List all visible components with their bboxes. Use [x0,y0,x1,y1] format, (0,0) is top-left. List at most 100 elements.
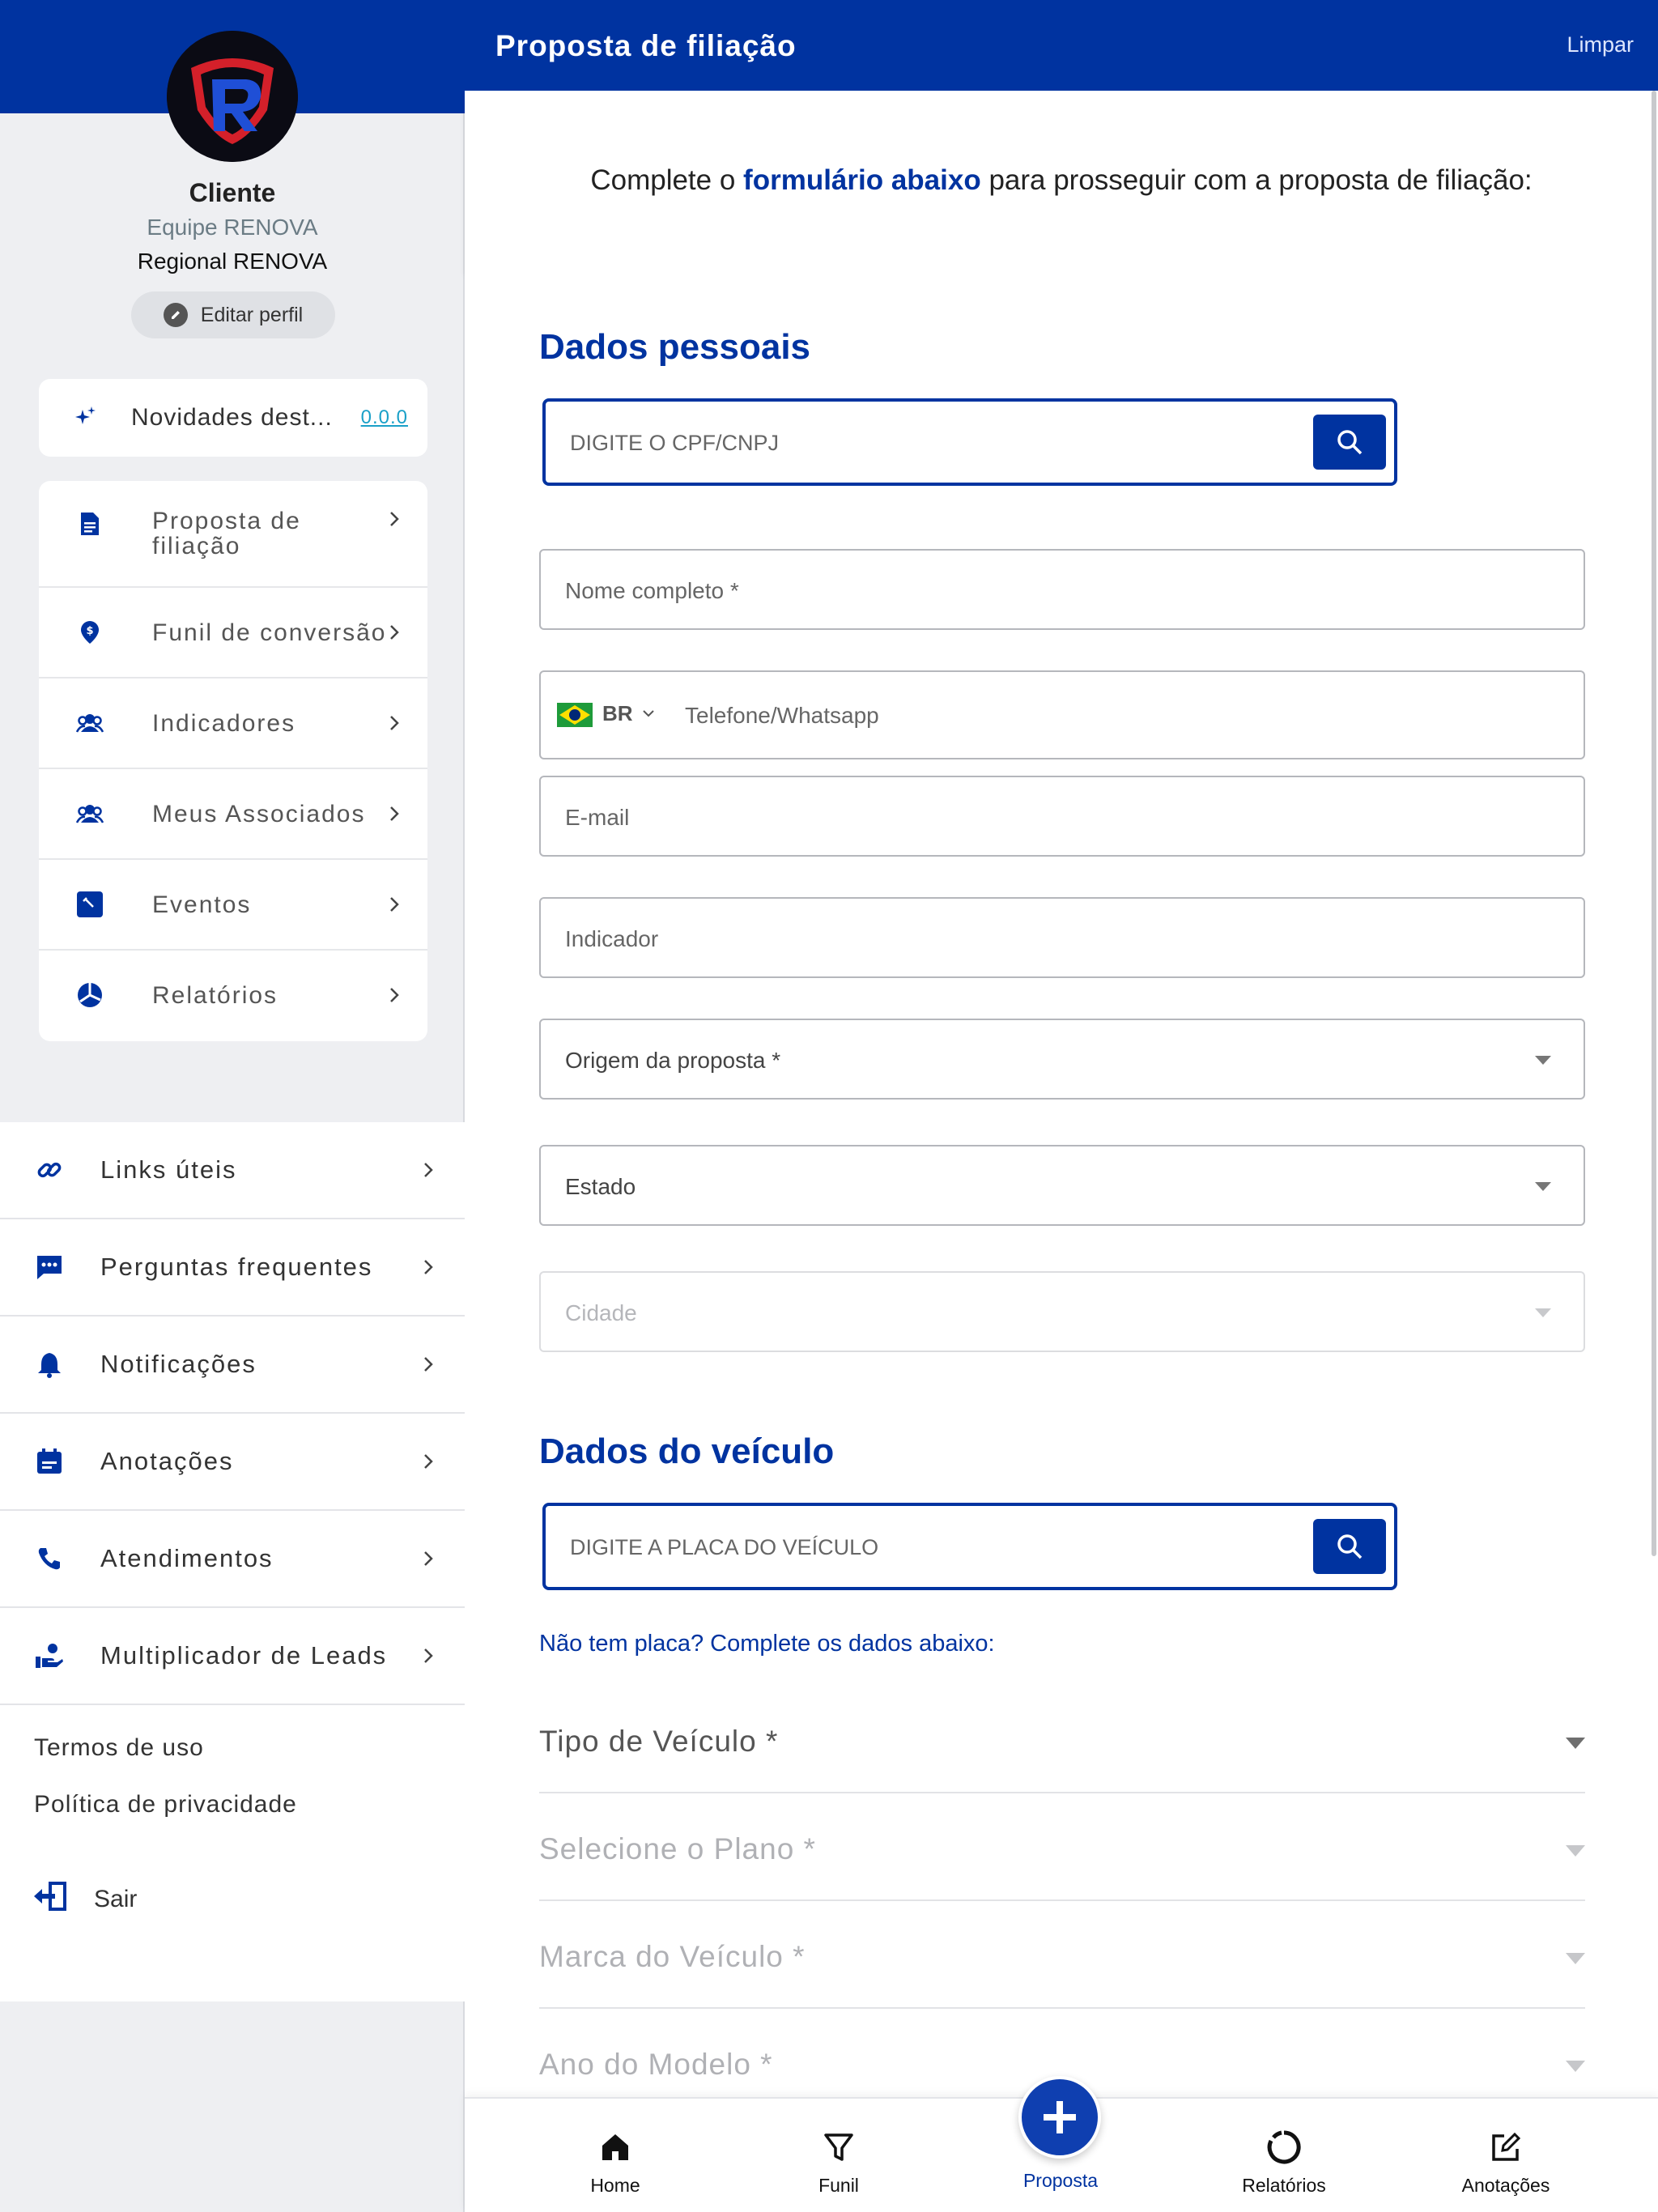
pie-chart-icon [76,981,104,1009]
menu-item-associados[interactable]: Meus Associados [39,769,427,860]
news-label: Novidades dest... [131,404,333,431]
clear-button[interactable]: Limpar [1567,32,1634,57]
nav-proposal-label[interactable]: Proposta [980,2170,1141,2192]
nav-reports[interactable]: Relatórios [1203,2099,1365,2212]
section-title-vehicle: Dados do veículo [539,1431,835,1471]
news-card[interactable]: Novidades dest... 0.0.0 [39,379,427,457]
vehicle-brand-select[interactable]: Marca do Veículo * [539,1901,1585,2009]
profile-regional: Regional RENOVA [137,249,328,274]
new-proposal-fab[interactable] [1018,2076,1101,2159]
chevron-right-icon [390,625,399,640]
link-label-atendimentos: Atendimentos [100,1544,274,1572]
proposal-form: Dados pessoais DIGITE O CPF/CNPJ Nome co… [465,270,1658,2212]
cpf-search-field[interactable]: DIGITE O CPF/CNPJ [542,398,1397,486]
people-icon [76,800,104,827]
menu-item-eventos[interactable]: Eventos [39,860,427,951]
link-label-perguntas: Perguntas frequentes [100,1253,373,1281]
menu-label-eventos: Eventos [152,891,252,918]
svg-text:$: $ [86,625,93,637]
full-name-input[interactable]: Nome completo * [539,549,1585,630]
chat-icon [34,1252,65,1283]
chevron-down-icon[interactable] [641,706,656,721]
menu-item-relatorios[interactable]: Relatórios [39,951,427,1041]
state-select[interactable]: Estado [539,1145,1585,1226]
plate-search-button[interactable] [1313,1519,1386,1574]
menu-item-funil[interactable]: $ Funil de conversão [39,588,427,678]
terms-link[interactable]: Termos de uso [34,1734,204,1762]
filter-icon [821,2129,857,2165]
chevron-right-icon [390,988,399,1002]
logout-button[interactable]: Sair [32,1880,137,1919]
secondary-links: Links úteis Perguntas frequentes Notific… [0,1122,465,2001]
vehicle-type-placeholder: Tipo de Veículo * [539,1725,779,1758]
plan-select[interactable]: Selecione o Plano * [539,1793,1585,1901]
link-icon [34,1155,65,1185]
chevron-right-icon [390,512,399,526]
edit-profile-button[interactable]: Editar perfil [131,291,335,338]
link-item-anotacoes[interactable]: Anotações [0,1414,465,1511]
plate-placeholder: DIGITE A PLACA DO VEÍCULO [570,1535,879,1559]
nav-funnel-label: Funil [818,2175,859,2196]
home-icon [597,2129,633,2165]
brazil-flag-icon[interactable] [557,703,593,727]
app-version-link[interactable]: 0.0.0 [361,406,408,429]
model-year-placeholder: Ano do Modelo * [539,2048,773,2081]
link-item-notificacoes[interactable]: Notificações [0,1317,465,1414]
cpf-search-button[interactable] [1313,415,1386,470]
origin-select[interactable]: Origem da proposta * [539,1019,1585,1100]
chevron-right-icon [424,1260,433,1274]
menu-item-indicadores[interactable]: Indicadores [39,678,427,769]
city-placeholder: Cidade [565,1300,637,1325]
phone-placeholder: Telefone/Whatsapp [685,703,879,728]
hand-person-icon [34,1640,65,1671]
menu-label-relatorios: Relatórios [152,982,278,1009]
dropdown-arrow-icon [1566,1953,1585,1964]
intro-text: Complete o formulário abaixo para prosse… [465,91,1658,270]
bell-icon [34,1349,65,1380]
link-item-links-uteis[interactable]: Links úteis [0,1122,465,1219]
plan-placeholder: Selecione o Plano * [539,1832,816,1865]
origin-placeholder: Origem da proposta * [565,1048,781,1073]
wrench-icon [76,891,104,918]
dropdown-arrow-icon [1535,1308,1551,1317]
plate-search-field[interactable]: DIGITE A PLACA DO VEÍCULO [542,1503,1397,1590]
indicator-input[interactable]: Indicador [539,897,1585,978]
nav-funnel[interactable]: Funil [758,2099,920,2212]
email-placeholder: E-mail [565,805,630,830]
chevron-right-icon [424,1648,433,1663]
pencil-icon [163,303,188,327]
profile-team: Equipe RENOVA [147,215,318,240]
link-label-notificacoes: Notificações [100,1350,257,1378]
nav-notes[interactable]: Anotações [1425,2099,1587,2212]
chevron-right-icon [424,1454,433,1469]
plus-icon [1044,2101,1076,2133]
privacy-link[interactable]: Política de privacidade [34,1791,297,1819]
menu-item-proposta[interactable]: Proposta de filiação [39,481,427,588]
phone-icon [34,1543,65,1574]
scrollbar[interactable] [1652,91,1656,1556]
menu-label-funil: Funil de conversão [152,619,387,646]
chevron-right-icon [424,1551,433,1566]
email-input[interactable]: E-mail [539,776,1585,857]
money-pin-icon: $ [76,619,104,646]
vehicle-type-select[interactable]: Tipo de Veículo * [539,1686,1585,1793]
sidebar: Cliente Equipe RENOVA Regional RENOVA Ed… [0,0,465,2212]
phone-input[interactable]: BR Telefone/Whatsapp [539,670,1585,759]
people-icon [76,709,104,737]
nav-home[interactable]: Home [534,2099,696,2212]
exit-icon [32,1880,70,1919]
phone-country-code[interactable]: BR [602,701,633,726]
search-icon [1337,1534,1363,1559]
no-plate-link[interactable]: Não tem placa? Complete os dados abaixo: [539,1631,995,1657]
menu-label-proposta: Proposta de filiação [152,508,301,559]
edit-note-icon [1488,2129,1524,2165]
link-label-links-uteis: Links úteis [100,1155,237,1184]
logout-label: Sair [94,1886,138,1912]
intro-highlight: formulário abaixo [743,164,981,196]
link-item-atendimentos[interactable]: Atendimentos [0,1511,465,1608]
sparkles-icon [74,405,97,432]
nav-notes-label: Anotações [1461,2175,1550,2196]
city-select[interactable]: Cidade [539,1271,1585,1352]
link-item-perguntas[interactable]: Perguntas frequentes [0,1219,465,1317]
link-item-multiplicador[interactable]: Multiplicador de Leads [0,1608,465,1705]
